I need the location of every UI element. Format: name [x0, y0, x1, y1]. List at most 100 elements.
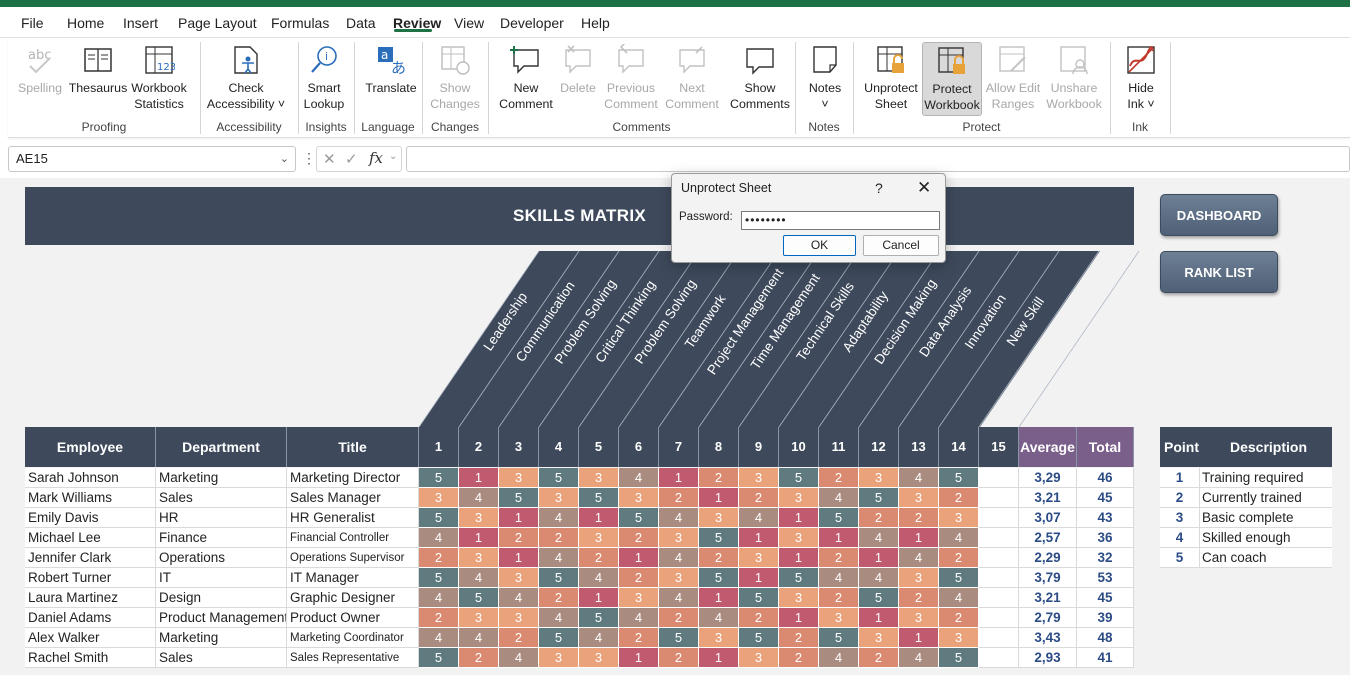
- score-cell[interactable]: 5: [539, 468, 579, 488]
- score-cell-empty[interactable]: [979, 528, 1019, 548]
- score-cell[interactable]: 4: [939, 528, 979, 548]
- chevron-down-icon[interactable]: ⌄: [280, 152, 289, 165]
- chevron-down-icon[interactable]: ⌄: [389, 151, 397, 162]
- score-cell[interactable]: 1: [579, 508, 619, 528]
- score-cell[interactable]: 3: [819, 608, 859, 628]
- score-cell[interactable]: 1: [699, 488, 739, 508]
- score-cell[interactable]: 5: [939, 648, 979, 668]
- score-cell[interactable]: 2: [739, 488, 779, 508]
- translate-button[interactable]: a あ Translate: [364, 38, 418, 120]
- score-cell-empty[interactable]: [979, 588, 1019, 608]
- score-cell[interactable]: 5: [419, 468, 459, 488]
- score-cell[interactable]: 2: [459, 648, 499, 668]
- score-cell[interactable]: 2: [699, 548, 739, 568]
- cell-title[interactable]: Graphic Designer: [287, 588, 419, 608]
- score-cell[interactable]: 4: [419, 628, 459, 648]
- insert-function-icon[interactable]: fx: [369, 149, 383, 167]
- cell-department[interactable]: Finance: [156, 528, 287, 548]
- cell-employee[interactable]: Sarah Johnson: [25, 468, 156, 488]
- score-cell[interactable]: 3: [939, 628, 979, 648]
- score-cell[interactable]: 4: [939, 588, 979, 608]
- score-cell[interactable]: 4: [859, 528, 899, 548]
- next-comment-button[interactable]: Next Comment: [664, 38, 720, 120]
- cell-employee[interactable]: Laura Martinez: [25, 588, 156, 608]
- score-cell[interactable]: 2: [899, 588, 939, 608]
- score-cell[interactable]: 4: [459, 488, 499, 508]
- score-cell[interactable]: 3: [459, 608, 499, 628]
- score-cell[interactable]: 3: [779, 588, 819, 608]
- menu-home[interactable]: Home: [67, 15, 104, 31]
- score-cell[interactable]: 1: [779, 508, 819, 528]
- score-cell[interactable]: 3: [739, 468, 779, 488]
- score-cell[interactable]: 5: [539, 568, 579, 588]
- allow-edit-ranges-button[interactable]: Allow Edit Ranges: [982, 38, 1044, 120]
- score-cell[interactable]: 1: [859, 608, 899, 628]
- formula-input[interactable]: [406, 146, 1350, 172]
- score-cell-empty[interactable]: [979, 468, 1019, 488]
- score-cell[interactable]: 4: [619, 468, 659, 488]
- score-cell[interactable]: 3: [619, 488, 659, 508]
- unprotect-sheet-button[interactable]: Unprotect Sheet: [858, 38, 924, 120]
- score-cell[interactable]: 5: [859, 488, 899, 508]
- score-cell[interactable]: 1: [619, 548, 659, 568]
- score-cell[interactable]: 4: [899, 548, 939, 568]
- cell-department[interactable]: IT: [156, 568, 287, 588]
- show-changes-button[interactable]: Show Changes: [430, 38, 480, 120]
- score-cell[interactable]: 5: [739, 628, 779, 648]
- new-comment-button[interactable]: New Comment: [496, 38, 556, 120]
- score-cell[interactable]: 5: [459, 588, 499, 608]
- score-cell[interactable]: 3: [499, 568, 539, 588]
- score-cell[interactable]: 1: [779, 608, 819, 628]
- cancel-button[interactable]: Cancel: [863, 235, 939, 256]
- score-cell[interactable]: 4: [739, 508, 779, 528]
- score-cell[interactable]: 4: [499, 588, 539, 608]
- cell-title[interactable]: Marketing Coordinator: [287, 628, 419, 648]
- score-cell[interactable]: 5: [579, 608, 619, 628]
- cell-department[interactable]: Marketing: [156, 628, 287, 648]
- score-cell[interactable]: 3: [579, 528, 619, 548]
- cell-title[interactable]: Sales Representative: [287, 648, 419, 668]
- cell-employee[interactable]: Alex Walker: [25, 628, 156, 648]
- score-cell[interactable]: 4: [819, 568, 859, 588]
- score-cell[interactable]: 3: [619, 588, 659, 608]
- score-cell[interactable]: 5: [699, 568, 739, 588]
- score-cell[interactable]: 5: [819, 628, 859, 648]
- score-cell[interactable]: 2: [859, 508, 899, 528]
- score-cell[interactable]: 2: [779, 648, 819, 668]
- cell-employee[interactable]: Emily Davis: [25, 508, 156, 528]
- accessibility-button[interactable]: Check Accessibility ˅: [202, 38, 290, 120]
- score-cell[interactable]: 2: [619, 628, 659, 648]
- menu-formulas[interactable]: Formulas: [271, 15, 329, 31]
- score-cell[interactable]: 1: [819, 528, 859, 548]
- score-cell[interactable]: 3: [699, 628, 739, 648]
- score-cell[interactable]: 4: [419, 528, 459, 548]
- score-cell[interactable]: 4: [659, 588, 699, 608]
- score-cell-empty[interactable]: [979, 568, 1019, 588]
- score-cell[interactable]: 3: [499, 468, 539, 488]
- cell-employee[interactable]: Daniel Adams: [25, 608, 156, 628]
- cell-title[interactable]: IT Manager: [287, 568, 419, 588]
- menu-page-layout[interactable]: Page Layout: [178, 15, 257, 31]
- score-cell[interactable]: 1: [459, 528, 499, 548]
- score-cell[interactable]: 3: [659, 528, 699, 548]
- score-cell[interactable]: 2: [779, 628, 819, 648]
- score-cell[interactable]: 2: [539, 528, 579, 548]
- score-cell[interactable]: 1: [659, 468, 699, 488]
- cancel-icon[interactable]: ✕: [323, 150, 336, 168]
- score-cell-empty[interactable]: [979, 608, 1019, 628]
- score-cell[interactable]: 5: [419, 568, 459, 588]
- score-cell[interactable]: 4: [499, 648, 539, 668]
- score-cell[interactable]: 1: [739, 568, 779, 588]
- score-cell[interactable]: 1: [899, 628, 939, 648]
- smart-lookup-button[interactable]: i Smart Lookup: [300, 38, 348, 120]
- password-field[interactable]: ••••••••: [741, 211, 940, 230]
- score-cell[interactable]: 4: [659, 508, 699, 528]
- cell-employee[interactable]: Rachel Smith: [25, 648, 156, 668]
- score-cell[interactable]: 2: [859, 648, 899, 668]
- score-cell[interactable]: 4: [419, 588, 459, 608]
- score-cell[interactable]: 1: [579, 588, 619, 608]
- score-cell[interactable]: 2: [419, 608, 459, 628]
- score-cell[interactable]: 2: [499, 528, 539, 548]
- previous-comment-button[interactable]: Previous Comment: [604, 38, 658, 120]
- menu-file[interactable]: File: [21, 15, 44, 31]
